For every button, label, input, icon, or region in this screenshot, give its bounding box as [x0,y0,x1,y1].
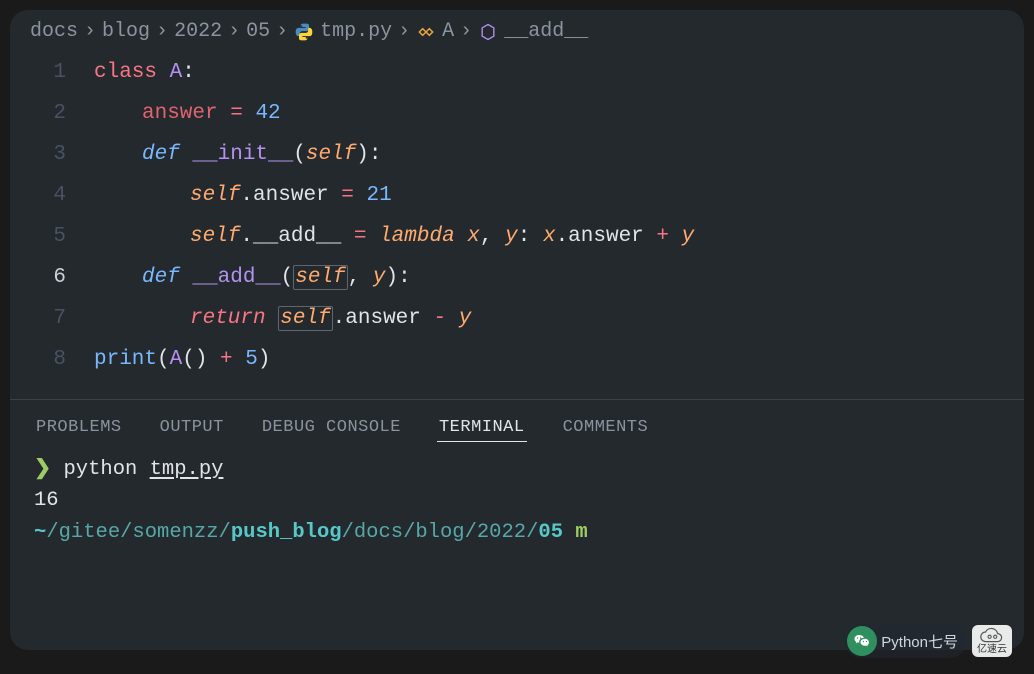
param: y [373,266,386,289]
terminal-arg: tmp.py [150,458,224,481]
line-number: 7 [24,299,94,340]
chevron-right-icon: › [460,20,472,43]
param-self: self [306,143,356,166]
editor-window: docs › blog › 2022 › 05 › tmp.py › A › _… [10,10,1024,650]
wechat-badge: Python七号 [845,624,966,658]
terminal-command-line[interactable]: ❯ python tmp.py [34,454,1000,486]
breadcrumb-item[interactable]: 2022 [174,20,222,43]
identifier: y [682,225,695,248]
tab-output[interactable]: OUTPUT [158,414,226,442]
terminal-command: python [64,458,138,481]
tab-comments[interactable]: COMMENTS [561,414,651,442]
number: 21 [366,184,391,207]
line-number: 3 [24,135,94,176]
line-number: 1 [24,53,94,94]
class-name: A [170,61,183,84]
terminal[interactable]: ❯ python tmp.py 16 ~/gitee/somenzz/push_… [10,450,1024,549]
breadcrumb[interactable]: docs › blog › 2022 › 05 › tmp.py › A › _… [10,10,1024,47]
chevron-right-icon: › [228,20,240,43]
wechat-icon [847,626,877,656]
identifier: answer [142,102,218,125]
identifier: answer [345,307,421,330]
code-line[interactable]: 8 print(A() + 5) [24,340,1010,381]
chevron-right-icon: › [398,20,410,43]
breadcrumb-class[interactable]: A [442,20,454,43]
identifier: answer [253,184,329,207]
code-line-active[interactable]: 6 def __add__(self, y): [24,258,1010,299]
line-number: 5 [24,217,94,258]
chevron-right-icon: › [84,20,96,43]
keyword: def [142,143,180,166]
breadcrumb-item[interactable]: blog [102,20,150,43]
param-self: self [293,265,347,290]
code-line[interactable]: 7 return self.answer - y [24,299,1010,340]
keyword: def [142,266,180,289]
breadcrumb-method[interactable]: __add__ [504,20,588,43]
builtin: print [94,348,157,371]
identifier: y [459,307,472,330]
self: self [278,306,332,331]
identifier: answer [568,225,644,248]
chevron-right-icon: › [276,20,288,43]
code-editor[interactable]: 1 class A: 2 answer = 42 3 def __init__(… [10,47,1024,385]
chevron-right-icon: › [156,20,168,43]
function-name: __init__ [192,143,293,166]
terminal-cwd: ~/gitee/somenzz/push_blog/docs/blog/2022… [34,517,1000,549]
code-line[interactable]: 2 answer = 42 [24,94,1010,135]
self: self [190,225,240,248]
line-number: 8 [24,340,94,381]
code-line[interactable]: 3 def __init__(self): [24,135,1010,176]
breadcrumb-file[interactable]: tmp.py [320,20,392,43]
keyword: return [190,307,266,330]
cloud-badge: 亿速云 [972,625,1012,657]
tab-debug-console[interactable]: DEBUG CONSOLE [260,414,403,442]
code-line[interactable]: 5 self.__add__ = lambda x, y: x.answer +… [24,217,1010,258]
line-number: 4 [24,176,94,217]
class-icon [416,22,436,42]
terminal-output: 16 [34,485,1000,517]
cloud-icon [976,627,1008,645]
keyword: lambda [379,225,455,248]
self: self [190,184,240,207]
prompt-icon: ❯ [34,458,51,481]
identifier: x [543,225,556,248]
watermark-text: Python七号 [881,631,958,652]
line-number: 6 [24,258,94,299]
tab-terminal[interactable]: TERMINAL [437,414,527,442]
code-line[interactable]: 4 self.answer = 21 [24,176,1010,217]
watermark-text: 亿速云 [977,645,1007,655]
breadcrumb-item[interactable]: docs [30,20,78,43]
panel-tabs: PROBLEMS OUTPUT DEBUG CONSOLE TERMINAL C… [10,400,1024,450]
number: 5 [245,348,258,371]
param: x [467,225,480,248]
watermark: Python七号 亿速云 [845,624,1012,658]
function-name: __add__ [192,266,280,289]
code-line[interactable]: 1 class A: [24,53,1010,94]
python-file-icon [294,22,314,42]
method-icon [478,22,498,42]
tab-problems[interactable]: PROBLEMS [34,414,124,442]
param: y [505,225,518,248]
breadcrumb-item[interactable]: 05 [246,20,270,43]
class-name: A [170,348,183,371]
line-number: 2 [24,94,94,135]
number: 42 [255,102,280,125]
keyword: class [94,61,157,84]
identifier: __add__ [253,225,341,248]
